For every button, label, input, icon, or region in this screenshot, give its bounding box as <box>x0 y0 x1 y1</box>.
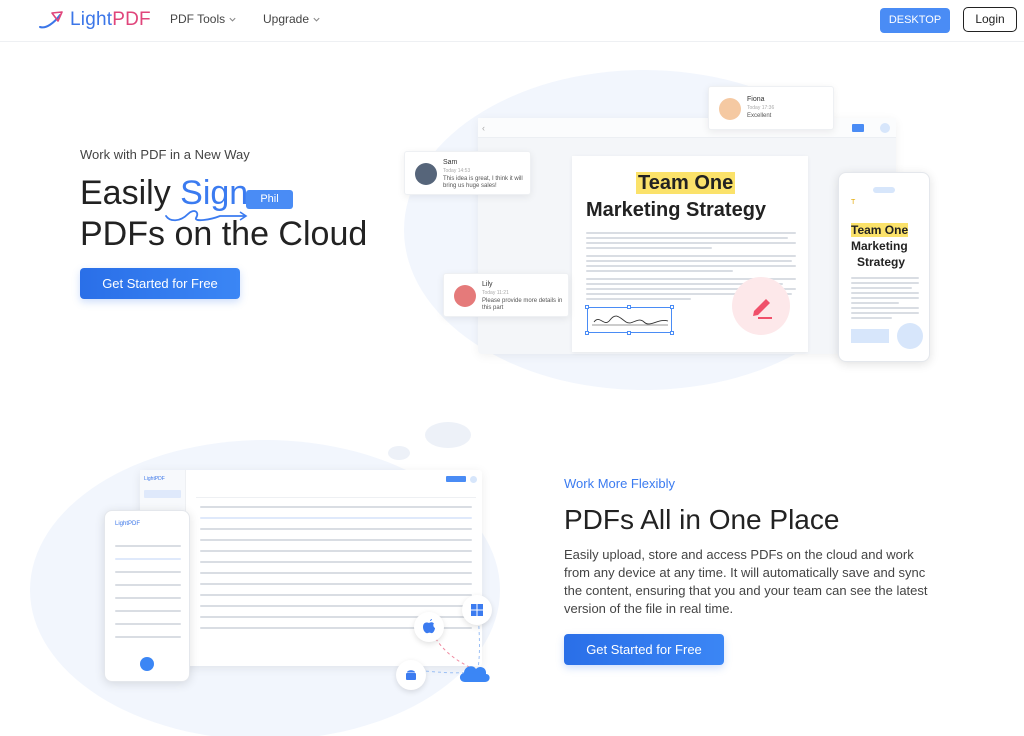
section-description: Easily upload, store and access PDFs on … <box>564 547 928 616</box>
apple-icon <box>414 612 444 642</box>
nav-upgrade-label: Upgrade <box>263 12 310 26</box>
avatar <box>719 98 741 120</box>
cloud-decoration <box>425 422 471 448</box>
comment-card-fiona: Fiona Today 17:36 Excellent <box>708 86 834 130</box>
desktop-button[interactable]: DESKTOP <box>880 8 950 33</box>
logo-swoosh-icon <box>39 11 63 29</box>
hero-subtitle: Work with PDF in a New Way <box>80 147 250 162</box>
phil-name-tag: Phil <box>246 190 293 209</box>
get-started-button-hero[interactable]: Get Started for Free <box>80 268 240 299</box>
windows-icon <box>462 595 492 625</box>
section-kicker: Work More Flexibly <box>564 476 676 491</box>
phone-mockup-files: LightPDF <box>104 510 190 682</box>
cloud-decoration <box>388 446 410 460</box>
avatar <box>415 163 437 185</box>
comment-card-sam: Sam Today 14:53 This idea is great, I th… <box>404 151 531 195</box>
sign-scribble-icon <box>165 210 248 222</box>
get-started-button-section[interactable]: Get Started for Free <box>564 634 724 665</box>
cloud-icon <box>459 666 490 682</box>
android-icon <box>396 660 426 690</box>
nav-upgrade[interactable]: Upgrade <box>263 12 321 26</box>
nav-pdf-tools-label: PDF Tools <box>170 12 226 26</box>
page: LightPDF PDF Tools Upgrade DESKTOP Login… <box>0 0 1024 736</box>
share-icon <box>852 124 864 132</box>
signature-scribble-icon <box>592 315 669 326</box>
lightpdf-logo[interactable]: LightPDF <box>38 9 151 31</box>
top-navbar: LightPDF PDF Tools Upgrade DESKTOP Login <box>0 0 1024 42</box>
sign-pen-button <box>732 277 790 335</box>
doc-heading-marketing: Marketing Strategy <box>586 199 767 221</box>
section-title: PDFs All in One Place <box>564 504 840 535</box>
text-tool-icon: T <box>851 199 856 206</box>
signature-selection-box <box>585 305 674 335</box>
chevron-down-icon <box>313 17 320 22</box>
back-arrow-icon: ‹ <box>482 123 485 133</box>
phone-mockup-editor: T Team One Marketing Strategy <box>838 172 930 362</box>
chevron-down-icon <box>229 17 236 22</box>
upload-button-mock <box>446 476 466 482</box>
login-button[interactable]: Login <box>963 7 1017 32</box>
user-avatar-icon <box>880 123 890 133</box>
pen-icon <box>753 299 772 319</box>
doc-heading-team-one: Team One <box>636 172 736 194</box>
comment-card-lily: Lily Today 11:21 Please provide more det… <box>443 273 569 317</box>
logo-text: LightPDF <box>70 9 151 30</box>
nav-pdf-tools[interactable]: PDF Tools <box>170 12 237 26</box>
avatar <box>454 285 476 307</box>
